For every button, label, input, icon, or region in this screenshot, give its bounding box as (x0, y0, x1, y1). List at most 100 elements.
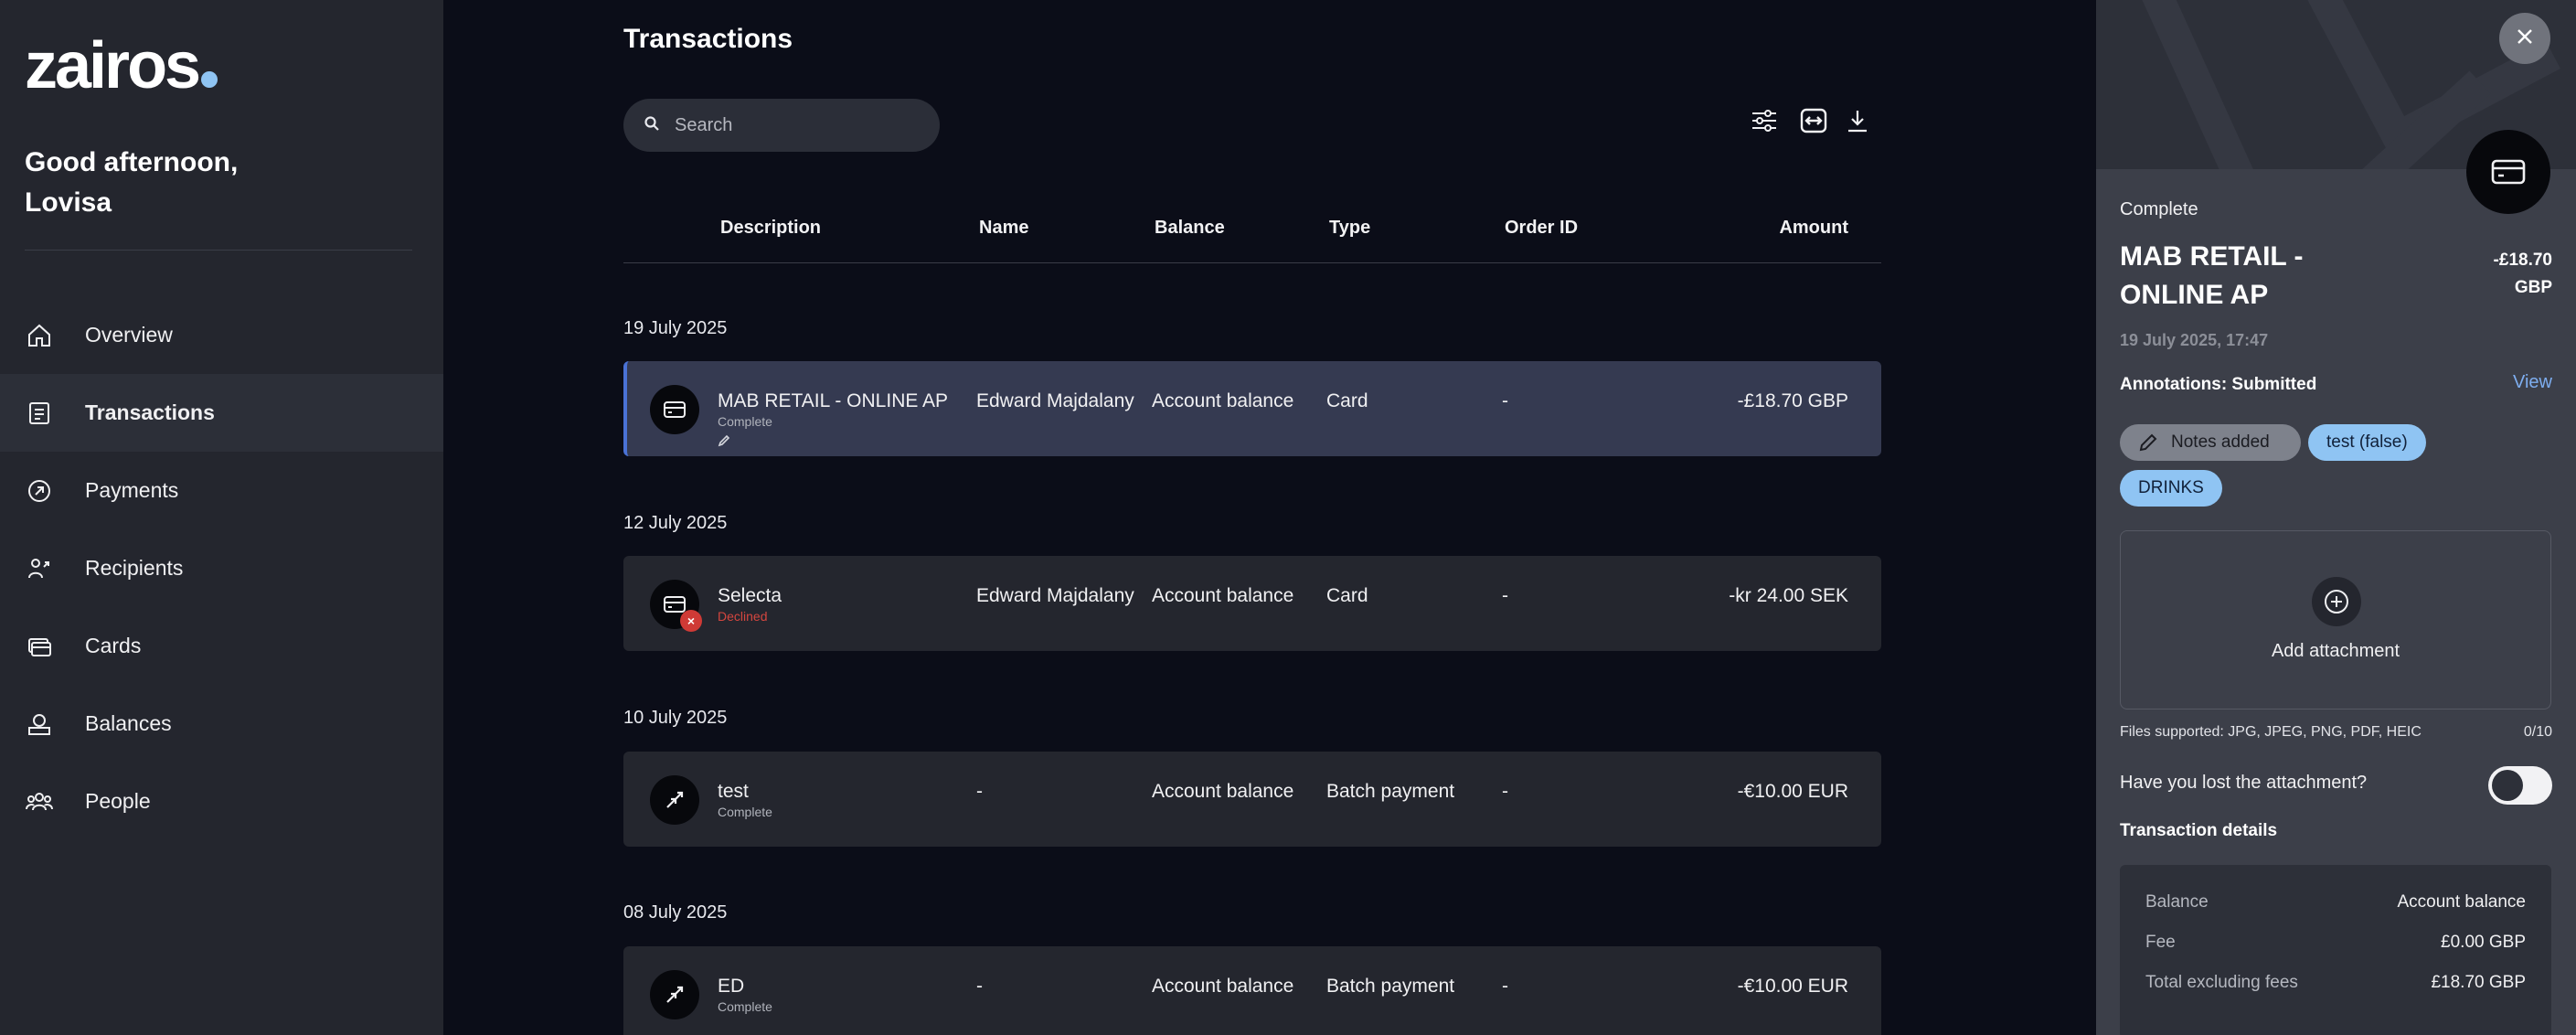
column-header-description[interactable]: Description (720, 218, 821, 239)
tx-type: Batch payment (1326, 976, 1455, 997)
tx-description: Selecta (718, 585, 782, 606)
close-button[interactable] (2499, 13, 2550, 64)
main-content: Transactions Description Name Balance Ty… (443, 0, 2096, 1035)
greeting-line: Good afternoon, (25, 147, 239, 177)
sidebar-item-balances[interactable]: Balances (0, 685, 443, 763)
detail-key: Fee (2145, 933, 2176, 952)
detail-row: Balance Account balance (2145, 892, 2526, 912)
annotations-status: Annotations: Submitted (2120, 375, 2317, 394)
sidebar-item-overview[interactable]: Overview (0, 296, 443, 374)
tx-name: Edward Majdalany (976, 390, 1134, 411)
tag-chip-test[interactable]: test (false) (2308, 424, 2426, 461)
tx-type: Card (1326, 585, 1368, 606)
detail-row: Total excluding fees £18.70 GBP (2145, 973, 2526, 993)
tx-description: MAB RETAIL - ONLINE AP (718, 390, 949, 411)
table-row[interactable]: × Selecta Declined Edward Majdalany Acco… (623, 556, 1881, 651)
sidebar-item-payments[interactable]: Payments (0, 452, 443, 529)
add-circle-icon (2312, 577, 2361, 626)
panel-amount: -£18.70 GBP (2443, 247, 2552, 302)
filter-icon[interactable] (1749, 105, 1780, 136)
sidebar-item-label: Cards (85, 634, 142, 657)
column-header-order-id[interactable]: Order ID (1505, 218, 1578, 239)
tx-status: Declined (718, 609, 768, 624)
tag-chip-drinks[interactable]: DRINKS (2120, 470, 2222, 507)
date-group-label: 08 July 2025 (623, 902, 728, 923)
detail-key: Balance (2145, 892, 2209, 912)
logo-text: zairos (25, 29, 201, 102)
column-header-type[interactable]: Type (1329, 218, 1370, 239)
add-attachment-label: Add attachment (2271, 641, 2400, 661)
sidebar-divider (25, 250, 412, 251)
greeting: Good afternoon, Lovisa (25, 143, 238, 223)
pencil-icon[interactable] (718, 434, 730, 452)
sidebar-item-transactions[interactable]: Transactions (0, 374, 443, 452)
add-attachment-dropzone[interactable]: Add attachment (2120, 530, 2551, 710)
tx-status: Complete (718, 805, 772, 819)
tx-order-id: - (1502, 781, 1508, 802)
search-input[interactable] (675, 114, 921, 136)
notes-added-chip[interactable]: Notes added (2120, 424, 2301, 461)
transaction-details-title: Transaction details (2120, 821, 2278, 840)
date-group-label: 10 July 2025 (623, 708, 728, 728)
tx-status: Complete (718, 999, 772, 1014)
user-name: Lovisa (25, 187, 112, 218)
sidebar-item-label: Balances (85, 711, 172, 735)
search-icon (644, 115, 660, 136)
tx-balance: Account balance (1152, 390, 1294, 411)
outgoing-arrow-icon (650, 775, 699, 825)
column-header-name[interactable]: Name (979, 218, 1028, 239)
column-header-balance[interactable]: Balance (1155, 218, 1225, 239)
chip-label: test (false) (2326, 432, 2408, 452)
sidebar-item-cards[interactable]: Cards (0, 607, 443, 685)
tx-name: - (976, 781, 983, 802)
sidebar-item-label: People (85, 789, 151, 813)
sidebar-item-label: Payments (85, 478, 179, 502)
panel-date: 19 July 2025, 17:47 (2120, 331, 2269, 349)
payment-arrow-icon (25, 476, 54, 506)
sidebar: zairos Good afternoon, Lovisa Overview T… (0, 0, 443, 1035)
tx-order-id: - (1502, 976, 1508, 997)
chip-label: Notes added (2171, 432, 2270, 452)
detail-key: Total excluding fees (2145, 973, 2298, 992)
people-icon (25, 787, 54, 816)
table-row[interactable]: MAB RETAIL - ONLINE AP Complete Edward M… (623, 361, 1881, 456)
card-icon (2466, 130, 2550, 214)
panel-status: Complete (2120, 199, 2198, 219)
tx-type: Card (1326, 390, 1368, 411)
sidebar-item-people[interactable]: People (0, 763, 443, 840)
tx-order-id: - (1502, 585, 1508, 606)
search-bar[interactable] (623, 99, 940, 152)
logo[interactable]: zairos (25, 33, 218, 99)
home-icon (25, 321, 54, 350)
table-row[interactable]: test Complete - Account balance Batch pa… (623, 752, 1881, 847)
tx-name: Edward Majdalany (976, 585, 1134, 606)
tx-amount: -kr 24.00 SEK (1729, 585, 1848, 606)
tx-description: test (718, 781, 749, 802)
sidebar-item-recipients[interactable]: Recipients (0, 529, 443, 607)
sidebar-item-label: Transactions (85, 400, 215, 424)
detail-row: Fee £0.00 GBP (2145, 933, 2526, 953)
tx-name: - (976, 976, 983, 997)
lost-attachment-toggle[interactable] (2488, 766, 2552, 805)
view-link[interactable]: View (2513, 372, 2552, 393)
recipients-icon (25, 554, 54, 583)
tx-order-id: - (1502, 390, 1508, 411)
tx-balance: Account balance (1152, 585, 1294, 606)
tx-balance: Account balance (1152, 781, 1294, 802)
page-title: Transactions (623, 24, 793, 54)
detail-value: Account balance (2397, 892, 2527, 912)
tx-amount: -€10.00 EUR (1737, 781, 1848, 802)
date-group-label: 19 July 2025 (623, 318, 728, 338)
files-count: 0/10 (2523, 724, 2552, 740)
table-row[interactable]: ED Complete - Account balance Batch paym… (623, 946, 1881, 1035)
download-icon[interactable] (1842, 105, 1873, 136)
card-icon (650, 385, 699, 434)
column-header-amount[interactable]: Amount (1779, 218, 1848, 239)
date-group-label: 12 July 2025 (623, 513, 728, 533)
panel-amount-currency: GBP (2514, 278, 2552, 297)
files-supported-text: Files supported: JPG, JPEG, PNG, PDF, HE… (2120, 724, 2422, 740)
pencil-icon (2138, 432, 2158, 453)
logo-dot (201, 71, 218, 88)
panel-amount-value: -£18.70 (2493, 251, 2552, 270)
expand-icon[interactable] (1798, 105, 1829, 136)
